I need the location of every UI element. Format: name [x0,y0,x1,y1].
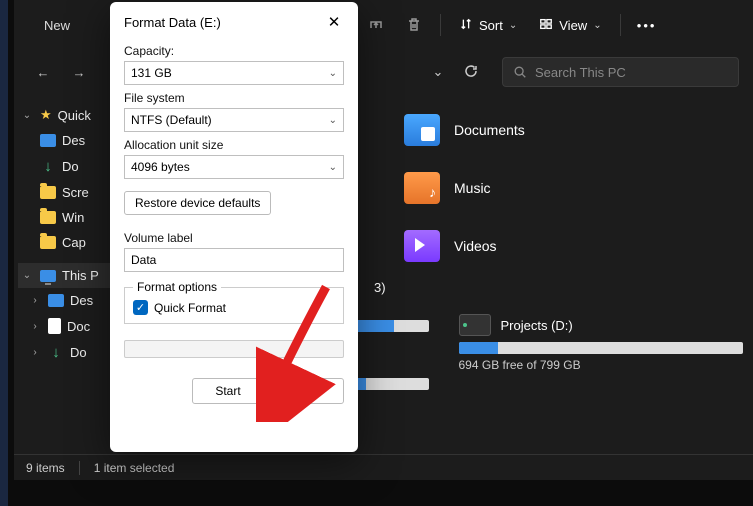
sidebar-label: Cap [62,235,86,250]
share-icon[interactable] [360,9,392,41]
quick-format-checkbox[interactable]: ✓ Quick Format [133,300,335,315]
sidebar-label: Quick [58,108,91,123]
back-button[interactable]: ← [28,57,58,87]
document-icon [48,318,61,334]
forward-button[interactable]: → [64,57,94,87]
sort-icon [459,17,473,34]
capacity-select[interactable]: 131 GB ⌄ [124,61,344,85]
drive-d[interactable]: Projects (D:) 694 GB free of 799 GB [459,314,744,408]
dialog-title: Format Data (E:) [124,15,221,30]
drive-name: Projects (D:) [501,318,573,333]
sidebar-item[interactable]: Scre [18,180,124,205]
sidebar-item[interactable]: Cap [18,230,124,255]
combo-value: 4096 bytes [131,160,190,174]
close-button[interactable]: Close [272,378,344,404]
filesystem-select[interactable]: NTFS (Default) ⌄ [124,108,344,132]
desktop-icon [40,134,56,147]
folder-music[interactable]: ♪ Music [404,172,525,204]
folder-icon [40,236,56,249]
sidebar-label: Des [70,293,93,308]
folder-documents[interactable]: Documents [404,114,525,146]
folder-label: Videos [454,238,497,254]
download-icon: ↓ [48,344,64,361]
view-icon [539,17,553,34]
folder-label: Documents [454,122,525,138]
drive-icon [459,314,491,336]
sidebar-label: This P [62,268,99,283]
format-dialog: Format Data (E:) ✕ Capacity: 131 GB ⌄ Fil… [110,2,358,452]
search-input[interactable]: Search This PC [502,57,739,87]
volume-label-input[interactable]: Data [124,248,344,272]
allocation-label: Allocation unit size [124,138,344,152]
desktop-icon [48,294,64,307]
more-icon[interactable]: ••• [631,9,663,41]
sort-label: Sort [479,18,503,33]
videos-icon [404,230,440,262]
close-icon[interactable]: ✕ [324,12,344,32]
sidebar-label: Do [62,159,79,174]
drive-free-text: 694 GB free of 799 GB [459,358,744,372]
chevron-down-icon: ⌄ [329,162,337,173]
volume-label-label: Volume label [124,231,344,245]
start-button[interactable]: Start [192,378,264,404]
combo-value: NTFS (Default) [131,113,212,127]
input-value: Data [131,253,156,267]
delete-icon[interactable] [398,9,430,41]
search-placeholder: Search This PC [535,65,626,80]
new-label: New [44,18,70,33]
sidebar-item[interactable]: ›↓Do [18,339,124,366]
checkbox-label: Quick Format [154,301,226,315]
documents-icon [404,114,440,146]
folder-icon [40,211,56,224]
sidebar-item[interactable]: Des [18,128,124,153]
pc-icon [40,270,56,282]
address-chevron[interactable]: ⌄ [426,64,450,80]
folder-label: Music [454,180,491,196]
status-item-count: 9 items [26,461,65,475]
status-selected: 1 item selected [94,461,175,475]
sidebar-item[interactable]: ↓ Do [18,153,124,180]
sidebar-quick-access[interactable]: ⌄★Quick [18,102,124,128]
music-icon: ♪ [404,172,440,204]
combo-value: 131 GB [131,66,172,80]
chevron-down-icon: ⌄ [509,20,517,31]
format-options-group: Format options ✓ Quick Format [124,280,344,324]
chevron-down-icon: ⌄ [329,68,337,79]
partial-drive-letter: 3) [374,280,386,295]
sidebar-label: Do [70,345,87,360]
progress-bar [124,340,344,358]
refresh-button[interactable] [456,63,486,82]
sort-button[interactable]: Sort ⌄ [451,11,525,40]
chevron-down-icon: ⌄ [329,115,337,126]
allocation-select[interactable]: 4096 bytes ⌄ [124,155,344,179]
restore-defaults-button[interactable]: Restore device defaults [124,191,271,215]
search-icon [513,65,527,79]
sidebar-item[interactable]: ›Doc [18,313,124,339]
sidebar-label: Des [62,133,85,148]
sidebar: ⌄★Quick Des ↓Do Scre Win Cap ⌄This P ›De… [14,94,124,454]
format-options-legend: Format options [133,280,221,294]
checkbox-icon: ✓ [133,300,148,315]
sidebar-item[interactable]: Win [18,205,124,230]
star-icon: ★ [40,107,52,123]
filesystem-label: File system [124,91,344,105]
status-bar: 9 items 1 item selected [14,454,753,480]
chevron-down-icon: ⌄ [593,20,601,31]
capacity-label: Capacity: [124,44,344,58]
sidebar-label: Scre [62,185,89,200]
sidebar-label: Win [62,210,84,225]
drive-capacity-bar [459,342,744,354]
sidebar-this-pc[interactable]: ⌄This P [18,263,124,288]
view-button[interactable]: View ⌄ [531,11,609,40]
sidebar-item[interactable]: ›Des [18,288,124,313]
new-button[interactable]: New [28,14,78,37]
folder-videos[interactable]: Videos [404,230,525,262]
folder-icon [40,186,56,199]
download-icon: ↓ [40,158,56,175]
view-label: View [559,18,587,33]
sidebar-label: Doc [67,319,90,334]
